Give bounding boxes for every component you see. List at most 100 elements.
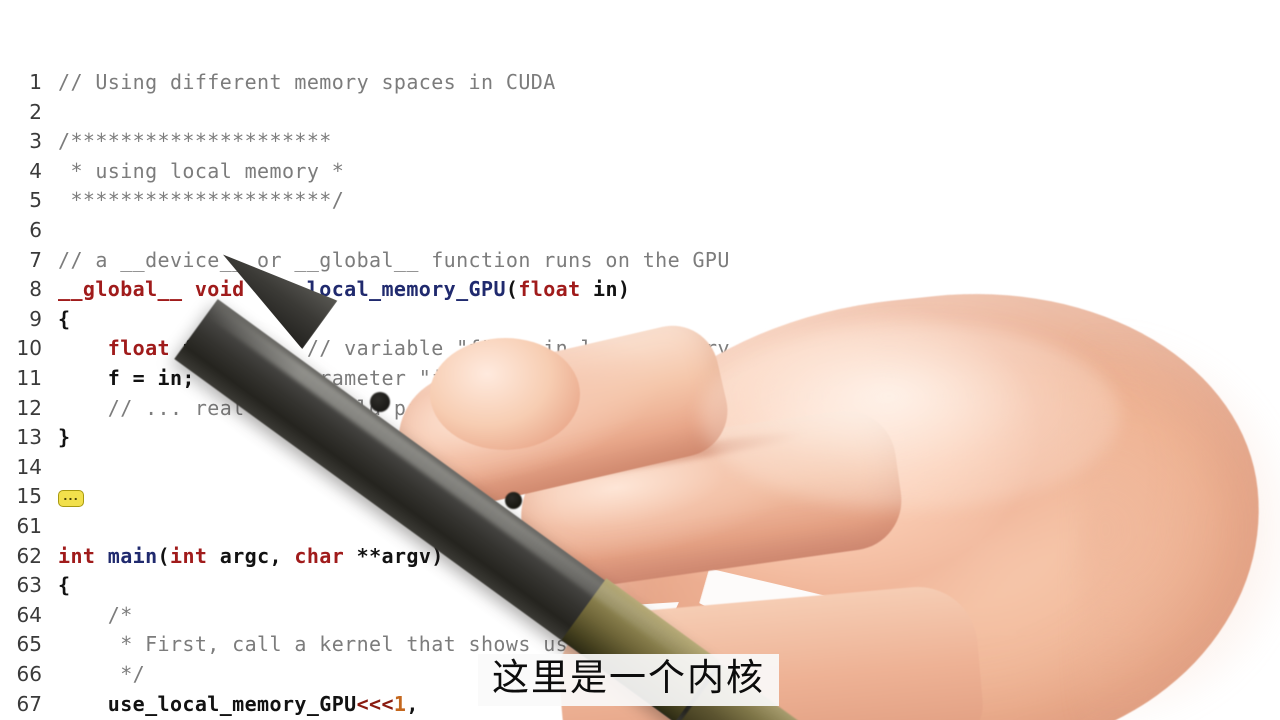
line-number: 11 xyxy=(16,366,42,390)
code-token-kw: int xyxy=(58,543,96,568)
code-line[interactable]: 13} xyxy=(0,423,1280,453)
code-token-kw: float xyxy=(107,336,170,361)
code-line[interactable]: 6 xyxy=(0,216,1280,246)
line-number: 14 xyxy=(16,454,42,479)
code-token-comment: * using local memory * xyxy=(58,158,345,183)
line-number: 5 xyxy=(29,188,42,213)
line-number: 10 xyxy=(16,336,42,361)
code-token-fn: use_local_memory_GPU xyxy=(257,277,506,302)
code-line[interactable]: 11 f = in; // parameter "in" is in local… xyxy=(0,364,1280,394)
code-line[interactable]: 1 // Using different memory spaces in CUD… xyxy=(0,68,1280,98)
code-line[interactable]: 10 float f; // variable "f" is in local … xyxy=(0,334,1280,364)
code-token-chev: <<< xyxy=(356,691,394,716)
code-token-punct: { xyxy=(58,306,71,331)
line-number: 61 xyxy=(16,514,42,538)
code-line-text[interactable]: int main(int argc, char **argv) xyxy=(58,542,444,572)
line-number: 66 xyxy=(16,662,42,686)
code-token-comment: // parameter "in" is in local memory and… xyxy=(257,366,1041,390)
line-number: 6 xyxy=(29,218,42,242)
line-number: 9 xyxy=(29,306,42,331)
line-number: 15 xyxy=(16,484,42,509)
code-line[interactable]: 61 xyxy=(0,512,1280,542)
code-token-plain: **argv) xyxy=(344,543,444,568)
code-line[interactable]: 5 *********************/ xyxy=(0,186,1280,216)
line-number: 63 xyxy=(16,573,42,598)
line-number: 64 xyxy=(16,602,42,627)
code-line[interactable]: 3 /********************* xyxy=(0,127,1280,157)
code-line[interactable]: 12 // ... real code would presumably do … xyxy=(0,394,1280,424)
code-line-text[interactable]: // ... real code would presumably do oth… xyxy=(58,394,817,424)
code-line-text[interactable]: __global__ void use_local_memory_GPU(flo… xyxy=(58,275,630,305)
code-line-text[interactable]: // Using different memory spaces in CUDA xyxy=(58,68,556,98)
code-line[interactable]: 9{ xyxy=(0,305,1280,335)
code-line-text[interactable]: /* xyxy=(58,601,133,631)
code-token-comment: // variable "f" is in local memory and p… xyxy=(306,336,1066,361)
line-number: 8 xyxy=(29,277,42,302)
screen-capture: 1 // Using different memory spaces in CUD… xyxy=(0,0,1280,720)
code-token-kw: char xyxy=(294,543,345,568)
line-number: 7 xyxy=(29,247,42,272)
line-number: 3 xyxy=(29,129,42,154)
code-token-punct: ( xyxy=(505,277,519,302)
code-line-text[interactable]: // a __device__ or __global__ function r… xyxy=(58,246,730,276)
code-token-comment: // Using different memory spaces in CUDA xyxy=(58,70,556,94)
code-token-kw: __global__ void xyxy=(58,277,258,302)
code-line[interactable]: 62 int main(int argc, char **argv) xyxy=(0,542,1280,572)
code-line[interactable]: 8 __global__ void use_local_memory_GPU(fl… xyxy=(0,275,1280,305)
line-number: 62 xyxy=(16,543,42,568)
subtitle-caption: 这里是一个内核 xyxy=(478,654,779,706)
code-line-text[interactable]: /********************* xyxy=(58,127,332,157)
code-line[interactable]: 2 xyxy=(0,98,1280,128)
code-token-comment: /********************* xyxy=(58,129,332,154)
line-number: 1 xyxy=(29,70,42,94)
code-token-punct: ( xyxy=(157,543,170,568)
code-line-text[interactable]: } xyxy=(58,423,70,453)
code-line-text[interactable]: use_local_memory_GPU<<<1, xyxy=(58,690,419,720)
code-token-plain: argc, xyxy=(207,543,295,568)
code-token-num: 1 xyxy=(393,691,407,716)
code-token-punct: { xyxy=(58,573,71,598)
code-token-comment: * First, call a kernel that shows using … xyxy=(58,632,768,657)
code-token-comment: */ xyxy=(58,662,146,686)
line-number: 65 xyxy=(16,632,42,657)
line-number: 67 xyxy=(16,691,42,716)
code-line-text[interactable]: { xyxy=(58,305,70,335)
code-token-comment: *********************/ xyxy=(58,188,345,213)
code-line-text[interactable]: float f; // variable "f" is in local mem… xyxy=(58,334,1066,364)
code-line-text[interactable]: { xyxy=(58,571,70,601)
code-line-text[interactable]: * using local memory * xyxy=(58,157,344,187)
line-number: 2 xyxy=(29,99,42,124)
code-line-text[interactable]: *********************/ xyxy=(58,186,344,216)
code-token-plain: f = in; xyxy=(58,366,195,390)
code-token-plain: use_local_memory_GPU xyxy=(107,691,357,716)
code-token-kw: int xyxy=(170,543,208,568)
code-token-plain: f; xyxy=(169,336,208,361)
code-token-plain: in xyxy=(580,277,618,302)
code-editor[interactable]: 1 // Using different memory spaces in CUD… xyxy=(0,0,1280,720)
code-token-punct: ) xyxy=(617,277,631,302)
code-line[interactable]: 15 xyxy=(0,482,1280,512)
code-token-comment: // ... real code would presumably do oth… xyxy=(107,395,817,420)
code-token-comment: // a __device__ or __global__ function r… xyxy=(58,247,730,272)
code-token-kw: float xyxy=(518,277,581,302)
line-number: 13 xyxy=(16,425,42,450)
code-line[interactable]: 14 xyxy=(0,453,1280,483)
code-line-text[interactable]: f = in; // parameter "in" is in local me… xyxy=(58,364,1041,394)
code-line[interactable]: 7 // a __device__ or __global__ function … xyxy=(0,246,1280,276)
code-token-fn: main xyxy=(107,543,158,568)
code-line-text[interactable]: */ xyxy=(58,660,145,690)
code-line[interactable]: 63 { xyxy=(0,571,1280,601)
code-token-punct: } xyxy=(58,425,71,450)
code-line[interactable]: 4 * using local memory * xyxy=(0,157,1280,187)
line-number: 12 xyxy=(16,395,42,420)
code-line[interactable]: 64 /* xyxy=(0,601,1280,631)
line-number: 4 xyxy=(29,158,42,183)
code-token-comment: /* xyxy=(58,602,133,627)
code-token-punct: , xyxy=(406,691,419,716)
